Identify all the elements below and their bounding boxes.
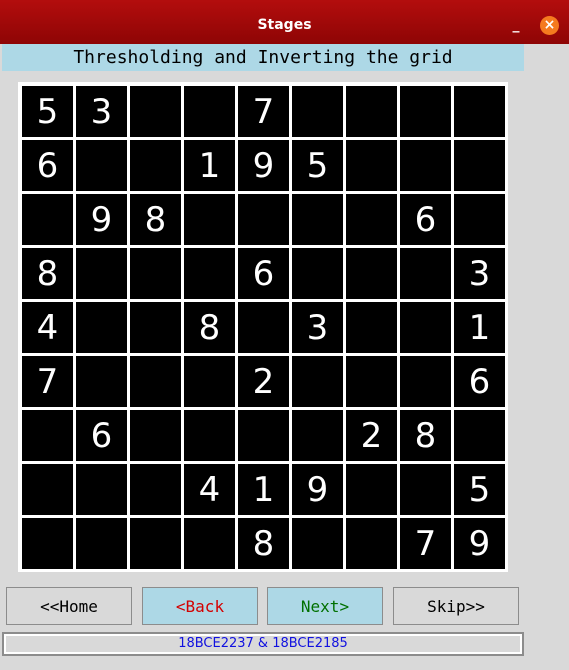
grid-cell: [184, 518, 235, 569]
grid-cell: 6: [76, 410, 127, 461]
grid-cell: 1: [238, 464, 289, 515]
grid-cell: [400, 302, 451, 353]
student-ids: 18BCE2237 & 18BCE2185: [6, 636, 520, 652]
grid-cell: 9: [292, 464, 343, 515]
grid-cell: 4: [22, 302, 73, 353]
grid-cell: 7: [22, 356, 73, 407]
grid-cell: 4: [184, 464, 235, 515]
grid-cell: [400, 356, 451, 407]
grid-cell: 3: [76, 86, 127, 137]
grid-cell: [292, 194, 343, 245]
grid-cell: [76, 464, 127, 515]
grid-cell: [400, 464, 451, 515]
sudoku-image: 537619598686348317266284195879: [18, 82, 508, 572]
grid-cell: [130, 464, 181, 515]
home-button[interactable]: <<Home: [6, 587, 132, 625]
grid-cell: [76, 302, 127, 353]
grid-cell: 8: [400, 410, 451, 461]
grid-cell: 8: [22, 248, 73, 299]
grid-cell: [184, 194, 235, 245]
grid-cell: 9: [238, 140, 289, 191]
grid-cell: [346, 248, 397, 299]
grid-cell: 8: [238, 518, 289, 569]
grid-cell: [130, 410, 181, 461]
sudoku-grid: 537619598686348317266284195879: [22, 86, 505, 569]
grid-cell: [346, 464, 397, 515]
grid-cell: [400, 86, 451, 137]
grid-cell: [184, 410, 235, 461]
grid-cell: [130, 140, 181, 191]
grid-cell: 8: [130, 194, 181, 245]
grid-cell: [130, 356, 181, 407]
next-button[interactable]: Next>: [267, 587, 383, 625]
grid-cell: [346, 518, 397, 569]
title-bar: Stages _ ×: [0, 0, 569, 44]
grid-cell: [346, 194, 397, 245]
grid-cell: 3: [454, 248, 505, 299]
grid-cell: 6: [238, 248, 289, 299]
grid-cell: [22, 464, 73, 515]
grid-cell: [454, 140, 505, 191]
grid-cell: 1: [454, 302, 505, 353]
grid-cell: [238, 302, 289, 353]
grid-cell: [454, 194, 505, 245]
grid-cell: 5: [22, 86, 73, 137]
skip-button[interactable]: Skip>>: [393, 587, 519, 625]
grid-cell: [292, 356, 343, 407]
grid-cell: [346, 140, 397, 191]
grid-cell: [400, 248, 451, 299]
grid-cell: 6: [454, 356, 505, 407]
grid-cell: [76, 248, 127, 299]
grid-cell: 7: [238, 86, 289, 137]
grid-cell: 8: [184, 302, 235, 353]
grid-cell: [130, 302, 181, 353]
grid-cell: 1: [184, 140, 235, 191]
grid-cell: [184, 248, 235, 299]
grid-cell: 3: [292, 302, 343, 353]
window-title: Stages: [257, 17, 312, 33]
grid-cell: 2: [238, 356, 289, 407]
grid-cell: 5: [292, 140, 343, 191]
grid-cell: [130, 518, 181, 569]
grid-cell: [76, 518, 127, 569]
grid-cell: [454, 410, 505, 461]
grid-cell: [22, 410, 73, 461]
grid-cell: [346, 356, 397, 407]
status-bar: 18BCE2237 & 18BCE2185: [2, 632, 524, 656]
grid-cell: [22, 518, 73, 569]
minimize-icon[interactable]: _: [509, 16, 523, 34]
grid-cell: [184, 86, 235, 137]
grid-cell: 7: [400, 518, 451, 569]
grid-cell: [292, 518, 343, 569]
grid-cell: 6: [400, 194, 451, 245]
grid-cell: 5: [454, 464, 505, 515]
grid-cell: [76, 140, 127, 191]
close-icon[interactable]: ×: [540, 16, 559, 35]
grid-cell: [184, 356, 235, 407]
grid-cell: [292, 410, 343, 461]
grid-cell: 6: [22, 140, 73, 191]
grid-cell: [130, 86, 181, 137]
grid-cell: [76, 356, 127, 407]
grid-cell: [238, 194, 289, 245]
grid-cell: 2: [346, 410, 397, 461]
grid-cell: [292, 248, 343, 299]
back-button[interactable]: <Back: [142, 587, 258, 625]
grid-cell: 9: [76, 194, 127, 245]
grid-cell: [346, 86, 397, 137]
grid-cell: [292, 86, 343, 137]
grid-cell: [130, 248, 181, 299]
grid-cell: [400, 140, 451, 191]
grid-cell: [238, 410, 289, 461]
grid-cell: [454, 86, 505, 137]
grid-cell: [22, 194, 73, 245]
stage-heading: Thresholding and Inverting the grid: [2, 44, 524, 71]
grid-cell: 9: [454, 518, 505, 569]
grid-cell: [346, 302, 397, 353]
